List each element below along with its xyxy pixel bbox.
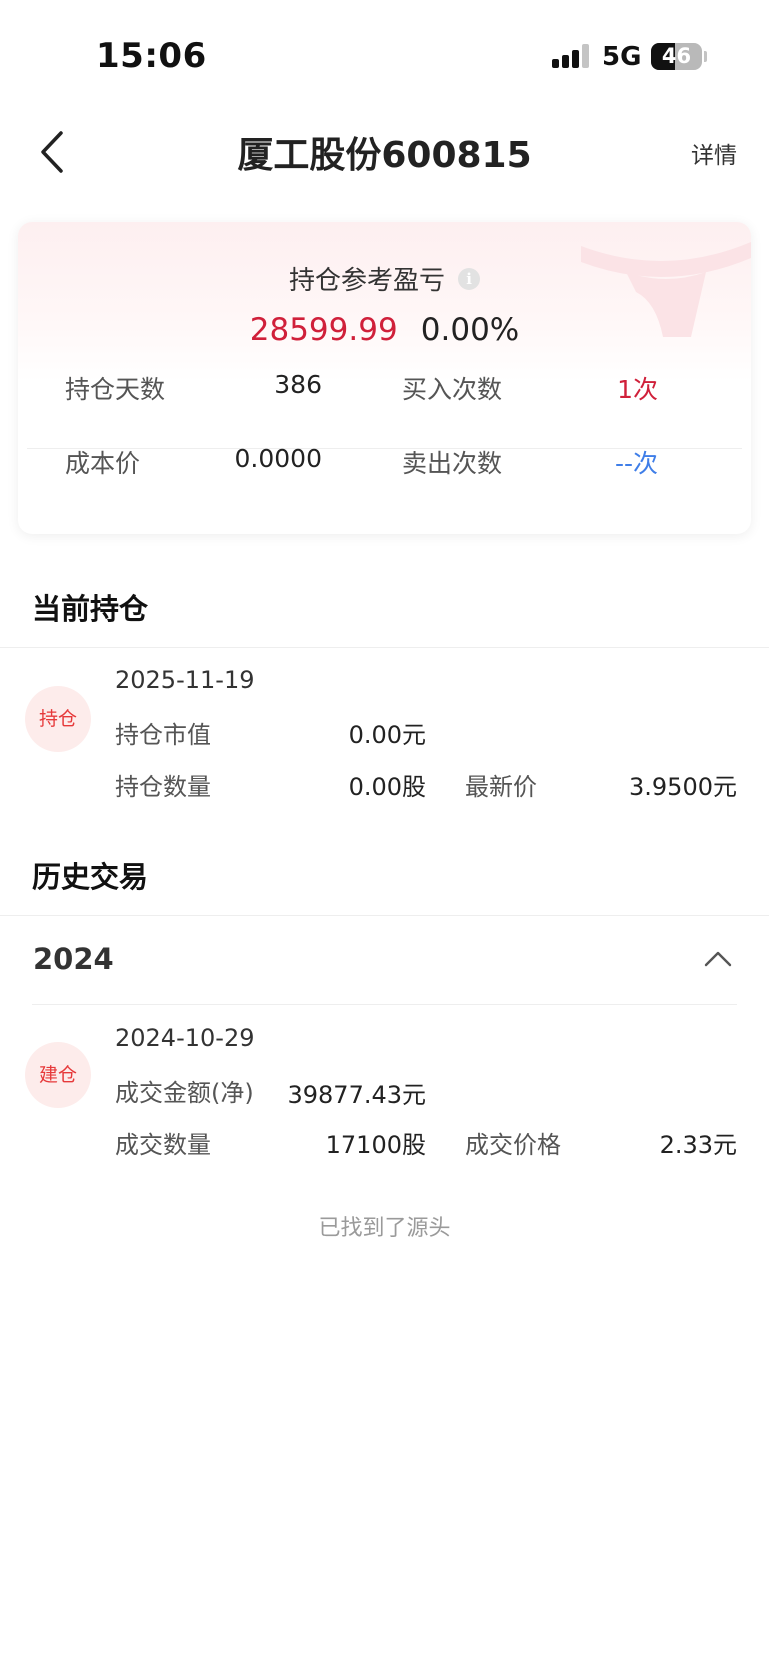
battery-icon: 46	[651, 43, 702, 70]
current-position-title: 当前持仓	[32, 592, 149, 626]
latest-price-value: 3.9500元	[629, 773, 737, 801]
pnl-label: 持仓参考盈亏	[288, 266, 445, 296]
page-title: 厦工股份600815	[237, 135, 532, 176]
trade-quantity-label: 成交数量	[115, 1131, 211, 1159]
chevron-up-icon[interactable]	[702, 946, 734, 970]
status-time: 15:06	[96, 36, 207, 76]
status-bar: 15:06 5G 46	[0, 0, 769, 100]
info-icon[interactable]: i	[458, 267, 481, 290]
pnl-label-row: 持仓参考盈亏 i	[18, 260, 751, 297]
pnl-values: 28599.99 0.00%	[18, 312, 751, 348]
position-date: 2025-11-19	[115, 666, 255, 694]
battery-level: 46	[661, 44, 692, 68]
cellular-signal-icon	[552, 44, 590, 68]
end-of-list-note: 已找到了源头	[318, 1216, 451, 1241]
sell-count-value: --次	[614, 449, 658, 478]
history-title: 历史交易	[32, 860, 149, 894]
cost-price-label: 成本价	[65, 449, 141, 478]
latest-price-label: 最新价	[465, 773, 537, 801]
battery-cap	[704, 51, 707, 62]
network-type: 5G	[602, 42, 642, 72]
pnl-value: 28599.99	[249, 312, 398, 348]
trade-price-label: 成交价格	[465, 1131, 561, 1159]
pnl-percent: 0.00%	[420, 312, 520, 348]
buy-count-label: 买入次数	[402, 375, 503, 404]
pnl-summary-card: 持仓参考盈亏 i 28599.99 0.00% 持仓天数 386 买入次数 1次…	[18, 222, 751, 534]
quantity-value: 0.00股	[348, 773, 426, 801]
holding-days-label: 持仓天数	[65, 375, 166, 404]
section-divider	[0, 915, 769, 916]
market-value: 0.00元	[348, 721, 426, 749]
market-value-label: 持仓市值	[115, 721, 211, 749]
trade-quantity-value: 17100股	[325, 1131, 426, 1159]
trade-date: 2024-10-29	[115, 1024, 255, 1052]
trade-price-value: 2.33元	[659, 1131, 737, 1159]
year-divider	[32, 1004, 737, 1005]
open-position-badge: 建仓	[25, 1042, 91, 1108]
trade-amount-value: 39877.43元	[287, 1081, 426, 1109]
position-detail-page: 15:06 5G 46 厦工股份600815 详情 持仓参考盈亏 i 28599…	[0, 0, 769, 1665]
sell-count-label: 卖出次数	[402, 449, 503, 478]
trade-amount-label: 成交金额(净)	[115, 1079, 254, 1107]
holding-badge: 持仓	[25, 686, 91, 752]
cost-price-value: 0.0000	[234, 444, 322, 473]
section-divider	[0, 647, 769, 648]
year-group-header[interactable]: 2024	[33, 942, 114, 976]
buy-count-value: 1次	[617, 375, 658, 404]
detail-button[interactable]: 详情	[691, 136, 737, 170]
holding-days-value: 386	[274, 370, 322, 399]
quantity-label: 持仓数量	[115, 773, 211, 801]
